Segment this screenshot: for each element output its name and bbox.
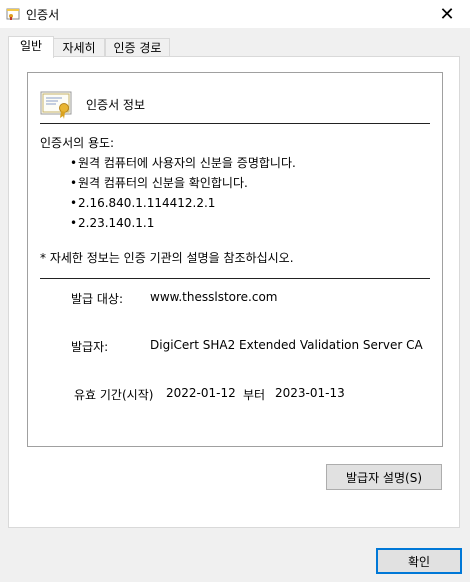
title-bar: 인증서 ✕ <box>0 0 470 28</box>
list-item: •2.16.840.1.114412.2.1 <box>70 196 216 210</box>
certificate-icon <box>6 8 20 20</box>
close-icon: ✕ <box>439 3 455 25</box>
issued-to-label: 발급 대상: <box>71 292 124 306</box>
issued-by-value: DigiCert SHA2 Extended Validation Server… <box>150 338 423 352</box>
validity-label: 유효 기간(시작) <box>74 388 154 402</box>
list-item: •원격 컴퓨터에 사용자의 신분을 증명합니다. <box>70 156 296 170</box>
list-item: •원격 컴퓨터의 신분을 확인합니다. <box>70 176 248 190</box>
valid-to-word: 부터 <box>243 388 266 402</box>
list-item: •2.23.140.1.1 <box>70 216 155 230</box>
issuer-statement-button[interactable]: 발급자 설명(S) <box>326 464 442 490</box>
window-title: 인증서 <box>26 8 60 22</box>
info-title: 인증서 정보 <box>86 98 146 112</box>
valid-from-value: 2022-01-12 <box>166 386 236 400</box>
valid-to-value: 2023-01-13 <box>275 386 345 400</box>
tab-general[interactable]: 일반 <box>8 36 54 58</box>
tab-certification-path[interactable]: 인증 경로 <box>105 38 170 57</box>
ok-button[interactable]: 확인 <box>376 548 462 574</box>
tab-details[interactable]: 자세히 <box>53 38 105 57</box>
info-note: * 자세한 정보는 인증 기관의 설명을 참조하십시오. <box>40 251 294 265</box>
purpose-list: •원격 컴퓨터에 사용자의 신분을 증명합니다. •원격 컴퓨터의 신분을 확인… <box>70 153 296 233</box>
certificate-ribbon-icon <box>40 91 72 119</box>
divider-bottom <box>40 278 430 279</box>
close-button[interactable]: ✕ <box>424 0 470 28</box>
divider-top <box>40 123 430 124</box>
issued-by-label: 발급자: <box>71 340 109 354</box>
purpose-heading: 인증서의 용도: <box>40 136 115 150</box>
issued-to-value: www.thesslstore.com <box>150 290 278 304</box>
